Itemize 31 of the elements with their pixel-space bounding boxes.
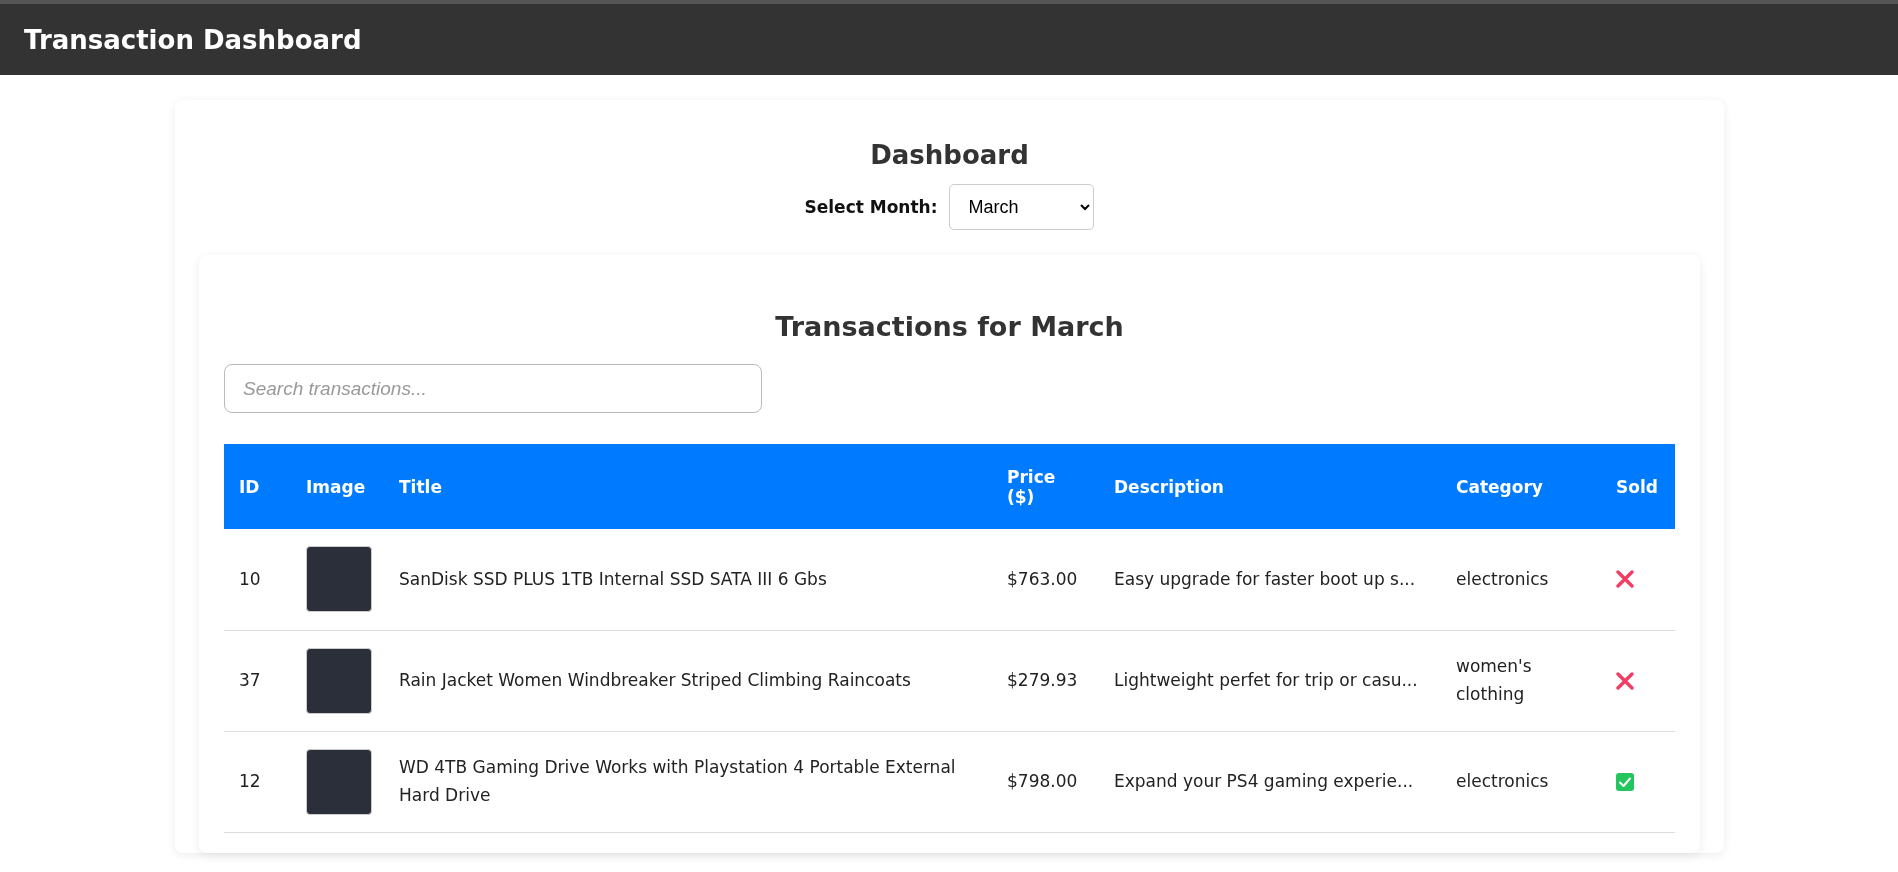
table-cell: WD 4TB Gaming Drive Works with Playstation 4 Portable External Hard Drive [399, 757, 956, 805]
column-header: Image [306, 476, 366, 497]
column-header: Sold [1616, 476, 1658, 497]
table-cell: SanDisk SSD PLUS 1TB Internal SSD SATA III 6 Gbs [399, 568, 827, 589]
photo-placeholder [306, 647, 372, 714]
transactions-heading: Transactions for March [775, 311, 1124, 342]
column-header: Title [399, 476, 442, 497]
column-header: Description [1114, 476, 1224, 497]
table-cell: $763.00 [1007, 568, 1078, 589]
table-cell: electronics [1456, 770, 1549, 791]
table-cell: 37 [239, 669, 261, 690]
table-cell: Easy upgrade for faster boot up s... [1114, 568, 1416, 589]
table-cell: Lightweight perfet for trip or casu... [1114, 669, 1418, 690]
column-header: ID [239, 476, 260, 497]
search-field[interactable]: Search transactions... [224, 364, 762, 413]
dashboard-heading: Dashboard [870, 140, 1029, 170]
table-cell: $279.93 [1007, 669, 1078, 690]
table-cell: 12 [239, 770, 261, 791]
app-title: Transaction Dashboard [24, 24, 362, 55]
column-header: Category [1456, 476, 1543, 497]
photo-placeholder [306, 546, 372, 613]
select-month-label: Select Month: [804, 197, 938, 217]
table-cell: Rain Jacket Women Windbreaker Striped Climbing Raincoats [399, 669, 911, 690]
table-cell: women's clothing [1456, 656, 1532, 704]
month-select[interactable]: March [949, 184, 1095, 230]
table-cell: 10 [239, 568, 261, 589]
table-cell: Expand your PS4 gaming experie... [1114, 770, 1414, 791]
table-cell: $798.00 [1007, 770, 1078, 791]
table-cell: electronics [1456, 568, 1549, 589]
photo-placeholder [306, 748, 372, 815]
column-header: Price ($) [1007, 466, 1056, 507]
